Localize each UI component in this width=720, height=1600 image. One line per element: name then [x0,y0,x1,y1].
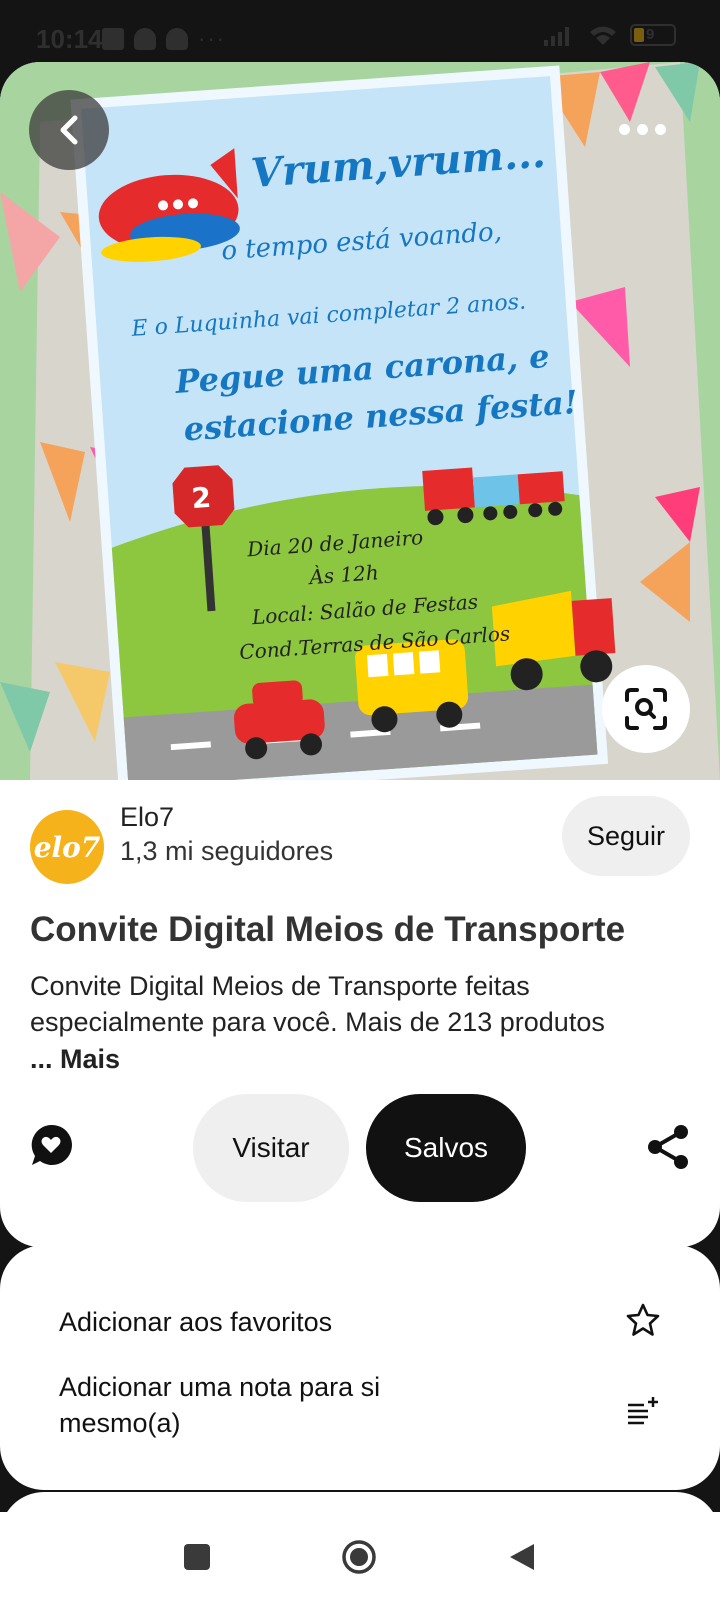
battery-icon: 9 [630,24,676,46]
add-to-favorites-item[interactable]: Adicionar aos favoritos [59,1307,332,1338]
pin-description: Convite Digital Meios de Transporte feit… [30,971,605,1037]
more-dot-icon [654,123,666,135]
status-bar: 10:14 ··· 9 [0,0,720,70]
creator-avatar[interactable]: elo7 [30,810,104,884]
back-triangle-icon[interactable] [508,1542,536,1572]
wifi-icon [590,26,616,45]
more-link[interactable]: ... Mais [30,1044,120,1075]
actions-sheet: Adicionar aos favoritos Adicionar uma no… [0,1245,720,1490]
more-dot-icon [636,123,648,135]
more-notifications-icon: ··· [198,26,226,51]
saved-button[interactable]: Salvos [366,1094,526,1202]
creator-name[interactable]: Elo7 [120,802,174,833]
back-button[interactable] [29,90,109,170]
snapchat-icon-2 [166,28,188,50]
pin-title: Convite Digital Meios de Transporte [30,910,626,949]
status-time: 10:14 [36,24,103,54]
add-note-icon[interactable] [626,1395,660,1425]
creator-followers: 1,3 mi seguidores [120,836,334,866]
lens-search-icon [625,688,667,730]
snapchat-icon [134,28,156,50]
signal-icon [544,27,569,46]
more-dot-icon [618,123,630,135]
more-options-button[interactable] [602,104,682,154]
avatar-logo-text: elo7 [33,830,101,864]
sign-number: 2 [190,481,212,515]
app-notification-icon [102,28,124,50]
pin-image[interactable]: Vrum,vrum... o tempo está voando, E o Lu… [0,62,720,780]
star-icon[interactable] [626,1303,660,1337]
share-icon[interactable] [646,1124,690,1170]
invite-line-7: Às 12h [307,560,380,589]
add-note-item[interactable]: Adicionar uma nota para si mesmo(a) [59,1369,479,1441]
system-nav-bar [0,1512,720,1600]
home-icon[interactable] [341,1539,377,1575]
visual-search-button[interactable] [602,665,690,753]
system-icons: 9 [542,24,676,46]
visit-button[interactable]: Visitar [193,1094,349,1202]
chevron-left-icon [60,115,78,145]
follow-button[interactable]: Seguir [562,796,690,876]
battery-level: 9 [646,26,655,43]
invitation-illustration: Vrum,vrum... o tempo está voando, E o Lu… [0,62,720,780]
recent-apps-icon[interactable] [184,1544,210,1570]
pin-card: Vrum,vrum... o tempo está voando, E o Lu… [0,62,720,1247]
comment-reaction-icon[interactable] [28,1122,74,1168]
notification-icons: ··· [102,26,226,52]
